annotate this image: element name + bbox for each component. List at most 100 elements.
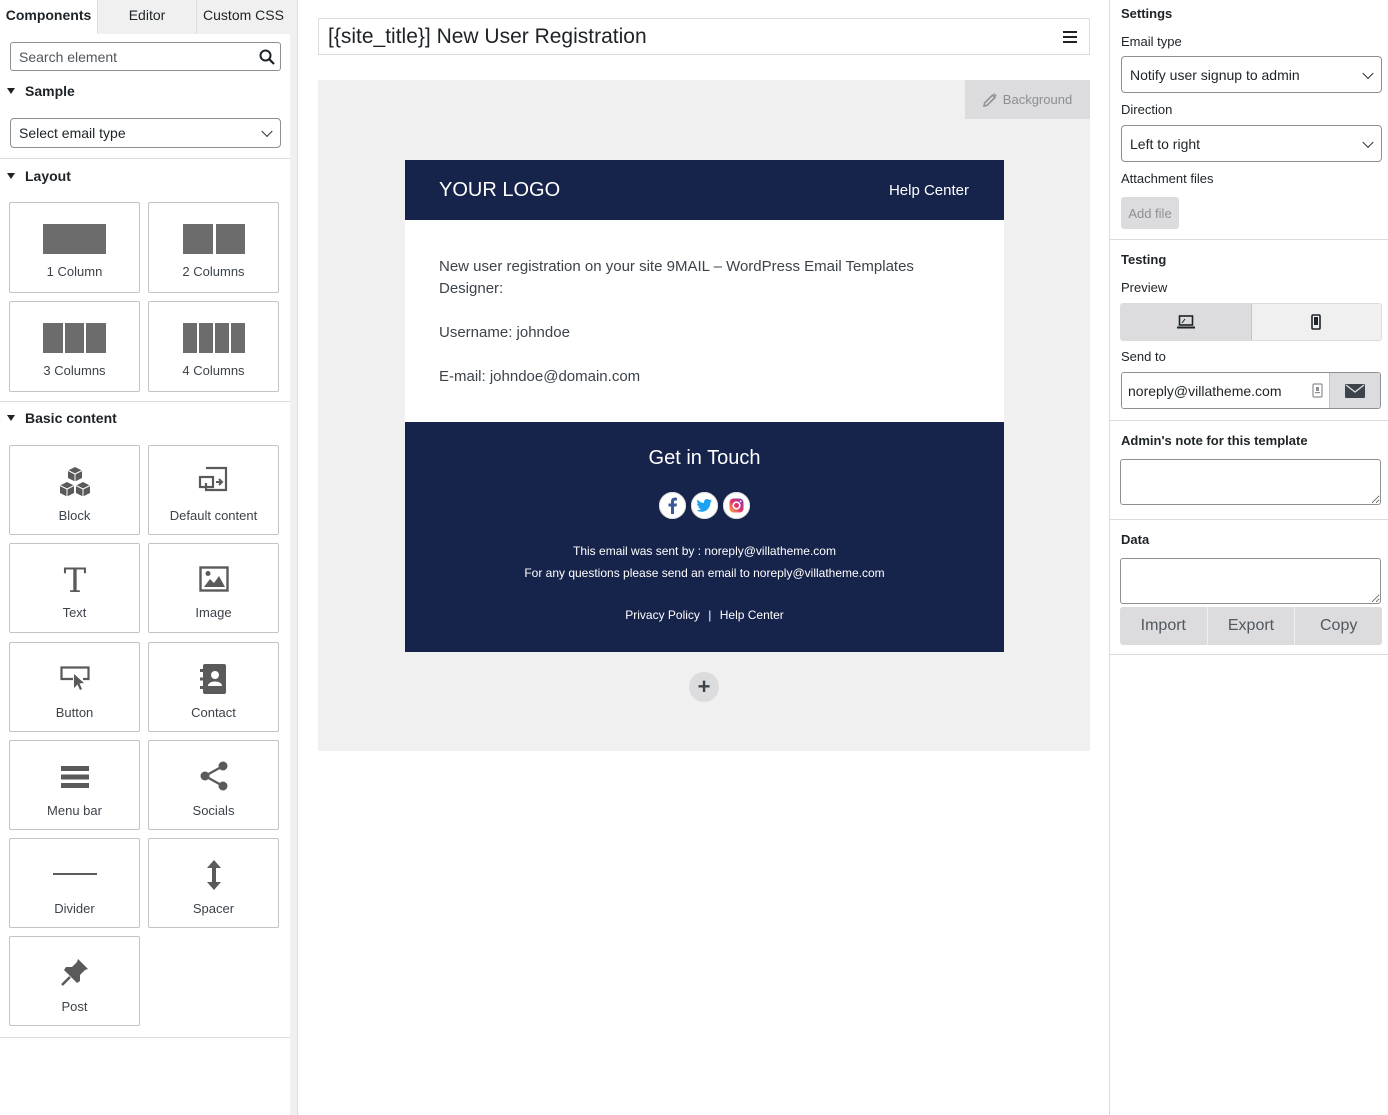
search-icon[interactable] bbox=[259, 49, 275, 65]
tile-label: Contact bbox=[191, 705, 236, 720]
components-panel: Components Editor Custom CSS Sample Sele… bbox=[0, 0, 290, 1115]
image-icon bbox=[198, 566, 229, 592]
email-footer[interactable]: Get in Touch This email was sent by : no… bbox=[405, 422, 1004, 652]
chevron-down-icon bbox=[1362, 67, 1374, 79]
send-to-input[interactable] bbox=[1122, 373, 1305, 408]
email-type-label: Email type bbox=[1121, 34, 1182, 49]
svg-text:T: T bbox=[63, 563, 86, 595]
tile-label: Post bbox=[61, 999, 88, 1014]
element-image[interactable]: Image bbox=[148, 543, 279, 633]
email-header[interactable]: YOUR LOGO Help Center bbox=[405, 160, 1004, 220]
pencil-icon bbox=[982, 92, 997, 107]
direction-select[interactable]: Left to right bbox=[1121, 125, 1382, 162]
divider bbox=[0, 401, 290, 402]
element-text[interactable]: T Text bbox=[9, 543, 140, 633]
data-textarea[interactable] bbox=[1120, 558, 1381, 604]
email-type-select[interactable]: Notify user signup to admin bbox=[1121, 56, 1382, 93]
footer-help-center-link[interactable]: Help Center bbox=[720, 608, 784, 622]
caret-down-icon bbox=[7, 173, 15, 179]
layout-heading: Layout bbox=[25, 168, 71, 184]
layout-section-toggle[interactable]: Layout bbox=[0, 166, 71, 186]
admin-note-heading: Admin's note for this template bbox=[1121, 433, 1308, 448]
email-text: E-mail: johndoe@domain.com bbox=[439, 368, 641, 385]
email-type-value: Notify user signup to admin bbox=[1130, 66, 1300, 83]
element-menu-bar[interactable]: Menu bar bbox=[9, 740, 140, 830]
link-separator: | bbox=[708, 608, 712, 622]
divider bbox=[0, 1037, 290, 1038]
element-default-content[interactable]: Default content bbox=[148, 445, 279, 535]
send-to-label: Send to bbox=[1121, 349, 1166, 364]
tile-label: 4 Columns bbox=[182, 363, 245, 378]
hamburger-menu-icon[interactable] bbox=[1063, 31, 1077, 43]
attachment-label: Attachment files bbox=[1121, 171, 1214, 186]
questions-text: For any questions please send an email t… bbox=[524, 566, 885, 580]
tile-label: Button bbox=[55, 705, 94, 720]
email-body[interactable]: New user registration on your site 9MAIL… bbox=[405, 220, 1004, 422]
element-block[interactable]: Block bbox=[9, 445, 140, 535]
menu-bars-icon bbox=[60, 766, 89, 788]
direction-label: Direction bbox=[1121, 102, 1173, 117]
tab-custom-css[interactable]: Custom CSS bbox=[197, 0, 290, 34]
export-button[interactable]: Export bbox=[1207, 607, 1296, 645]
send-to-group bbox=[1121, 372, 1381, 409]
add-row-button[interactable]: + bbox=[689, 672, 719, 702]
element-divider[interactable]: Divider bbox=[9, 838, 140, 928]
testing-heading: Testing bbox=[1121, 252, 1167, 267]
tile-label: Block bbox=[58, 508, 91, 523]
element-spacer[interactable]: Spacer bbox=[148, 838, 279, 928]
instagram-icon[interactable] bbox=[723, 492, 750, 519]
preview-mode-toggle bbox=[1120, 303, 1382, 341]
add-file-button[interactable]: Add file bbox=[1121, 197, 1179, 229]
privacy-policy-link[interactable]: Privacy Policy bbox=[625, 608, 700, 622]
tile-label: 1 Column bbox=[46, 264, 103, 279]
mobile-preview-button[interactable] bbox=[1251, 304, 1381, 340]
chevron-down-icon bbox=[1362, 136, 1374, 148]
sample-email-type-select[interactable]: Select email type bbox=[10, 118, 281, 148]
tab-components[interactable]: Components bbox=[0, 0, 98, 34]
tile-label: Divider bbox=[54, 901, 95, 916]
footer-links: Privacy Policy | Help Center bbox=[405, 608, 1004, 622]
twitter-icon[interactable] bbox=[691, 492, 718, 519]
sample-section-toggle[interactable]: Sample bbox=[0, 81, 75, 101]
element-button[interactable]: Button bbox=[9, 642, 140, 732]
email-preview[interactable]: YOUR LOGO Help Center New user registrat… bbox=[405, 160, 1004, 652]
template-title-bar: [{site_title}] New User Registration bbox=[318, 18, 1090, 55]
one-column-icon bbox=[43, 224, 106, 254]
search-element-input[interactable] bbox=[11, 43, 280, 70]
admin-note-textarea[interactable] bbox=[1120, 459, 1381, 505]
copy-button[interactable]: Copy bbox=[1295, 607, 1382, 645]
caret-down-icon bbox=[7, 415, 15, 421]
desktop-preview-button[interactable] bbox=[1121, 304, 1252, 340]
email-logo: YOUR LOGO bbox=[439, 179, 561, 201]
send-test-email-button[interactable] bbox=[1329, 373, 1380, 408]
tab-editor[interactable]: Editor bbox=[98, 0, 197, 34]
envelope-icon bbox=[1345, 383, 1365, 398]
background-button[interactable]: Background bbox=[965, 80, 1090, 119]
vertical-arrows-icon bbox=[206, 860, 221, 890]
settings-heading: Settings bbox=[1121, 6, 1173, 21]
layout-4-columns[interactable]: 4 Columns bbox=[148, 301, 279, 392]
element-post[interactable]: Post bbox=[9, 936, 140, 1026]
help-center-link[interactable]: Help Center bbox=[889, 182, 969, 199]
sent-by-text: This email was sent by : noreply@villath… bbox=[573, 544, 836, 558]
social-icons bbox=[405, 492, 1004, 519]
basic-content-section-toggle[interactable]: Basic content bbox=[0, 408, 117, 428]
element-socials[interactable]: Socials bbox=[148, 740, 279, 830]
template-title[interactable]: [{site_title}] New User Registration bbox=[328, 25, 647, 49]
default-content-icon bbox=[198, 466, 227, 492]
element-contact[interactable]: Contact bbox=[148, 642, 279, 732]
divider bbox=[1110, 519, 1388, 520]
tile-label: Image bbox=[195, 605, 232, 620]
facebook-icon[interactable] bbox=[659, 492, 686, 519]
text-icon: T bbox=[63, 563, 86, 595]
import-button[interactable]: Import bbox=[1120, 607, 1208, 645]
tile-label: Spacer bbox=[192, 901, 235, 916]
layout-3-columns[interactable]: 3 Columns bbox=[9, 301, 140, 392]
divider-line-icon bbox=[52, 873, 97, 875]
divider bbox=[0, 158, 290, 159]
mobile-icon bbox=[1311, 314, 1322, 330]
search-element-box bbox=[10, 42, 281, 71]
layout-1-column[interactable]: 1 Column bbox=[9, 202, 140, 293]
layout-2-columns[interactable]: 2 Columns bbox=[148, 202, 279, 293]
button-cursor-icon bbox=[59, 666, 90, 690]
